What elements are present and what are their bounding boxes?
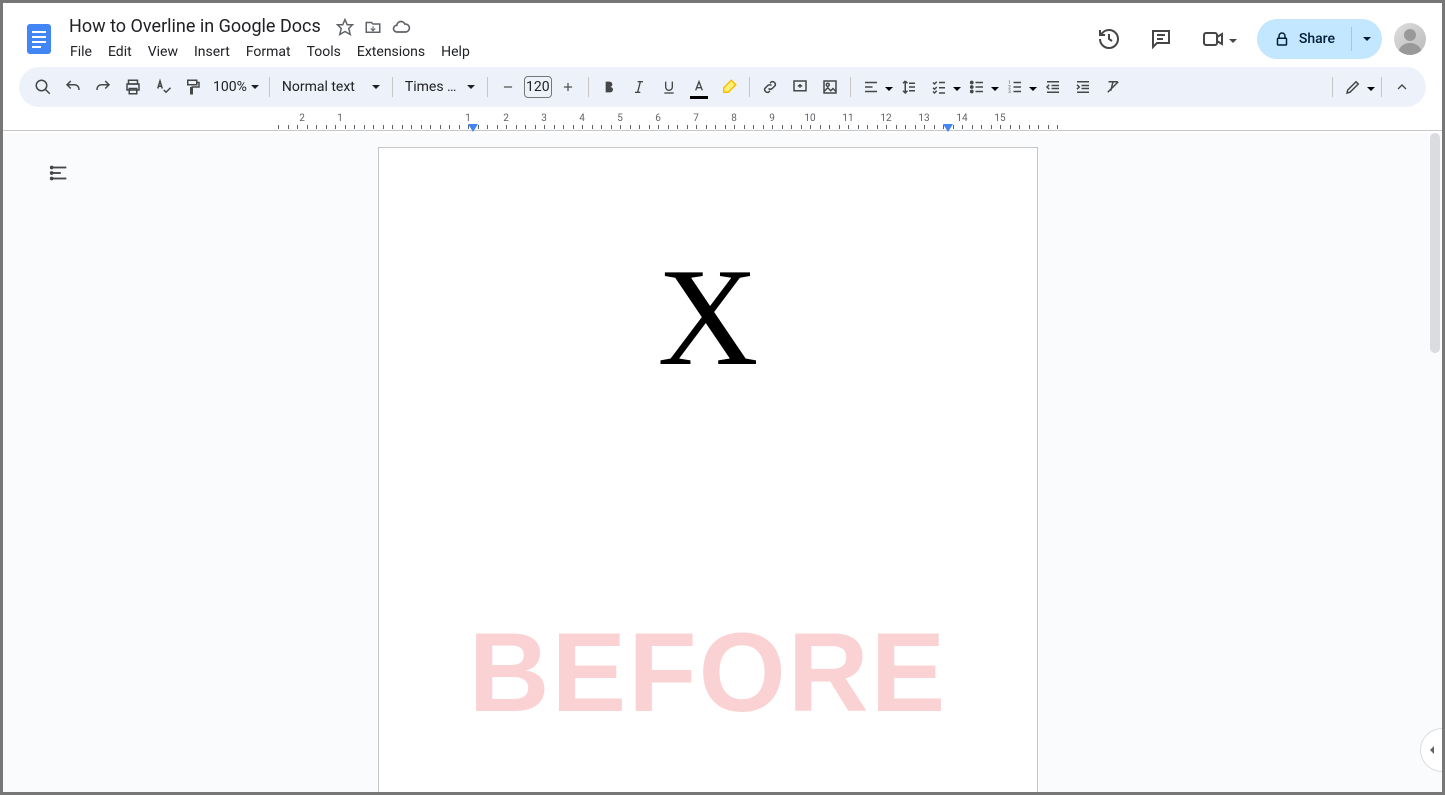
- ruler-label: 1: [337, 113, 343, 124]
- spellcheck-icon[interactable]: [149, 73, 177, 101]
- comment-icon[interactable]: [1141, 19, 1181, 59]
- insert-link-icon[interactable]: [756, 73, 784, 101]
- insert-image-icon[interactable]: [816, 73, 844, 101]
- increase-indent-icon[interactable]: [1069, 73, 1097, 101]
- ruler[interactable]: 21123456789101112131415: [3, 111, 1442, 131]
- separator: [749, 77, 750, 97]
- paint-format-icon[interactable]: [179, 73, 207, 101]
- redo-icon[interactable]: [89, 73, 117, 101]
- search-icon[interactable]: [29, 73, 57, 101]
- paragraph-style-select[interactable]: Normal text: [276, 79, 386, 95]
- decrease-fontsize-icon[interactable]: [494, 73, 522, 101]
- chevron-down-icon[interactable]: [1029, 78, 1037, 97]
- italic-icon[interactable]: [625, 73, 653, 101]
- ruler-label: 14: [956, 113, 967, 124]
- line-spacing-icon[interactable]: [895, 73, 923, 101]
- move-icon[interactable]: [363, 17, 383, 37]
- docs-logo[interactable]: [19, 19, 59, 59]
- increase-fontsize-icon[interactable]: [554, 73, 582, 101]
- print-icon[interactable]: [119, 73, 147, 101]
- highlight-color-icon[interactable]: [715, 73, 743, 101]
- svg-text:3: 3: [1008, 89, 1011, 95]
- menu-file[interactable]: File: [63, 40, 99, 64]
- menu-extensions[interactable]: Extensions: [350, 40, 432, 64]
- chevron-down-icon[interactable]: [885, 78, 893, 97]
- decrease-indent-icon[interactable]: [1039, 73, 1067, 101]
- menu-edit[interactable]: Edit: [101, 40, 139, 64]
- bulleted-list-icon[interactable]: [963, 73, 991, 101]
- document-title[interactable]: How to Overline in Google Docs: [63, 14, 327, 39]
- document-text[interactable]: X: [449, 248, 967, 388]
- star-icon[interactable]: [335, 17, 355, 37]
- ruler-label: 5: [617, 113, 623, 124]
- ruler-label: 2: [299, 113, 305, 124]
- scrollthumb[interactable]: [1430, 133, 1440, 353]
- share-dropdown[interactable]: [1352, 19, 1382, 59]
- separator: [392, 77, 393, 97]
- font-value: Times …: [405, 79, 457, 95]
- numbered-list-icon[interactable]: 123: [1001, 73, 1029, 101]
- menu-help[interactable]: Help: [434, 40, 477, 64]
- history-icon[interactable]: [1089, 19, 1129, 59]
- checklist-icon[interactable]: [925, 73, 953, 101]
- chevron-down-icon[interactable]: [953, 78, 961, 97]
- chevron-down-icon[interactable]: [991, 78, 999, 97]
- separator: [269, 77, 270, 97]
- share-label: Share: [1299, 31, 1335, 47]
- meet-dropdown-icon: [1229, 30, 1237, 49]
- separator: [487, 77, 488, 97]
- add-comment-icon[interactable]: [786, 73, 814, 101]
- ruler-label: 9: [769, 113, 775, 124]
- style-value: Normal text: [282, 79, 355, 95]
- ruler-label: 2: [503, 113, 509, 124]
- separator: [1381, 77, 1382, 97]
- meet-icon[interactable]: [1193, 19, 1245, 59]
- document-page[interactable]: X BEFORE: [378, 147, 1038, 792]
- separator: [1332, 77, 1333, 97]
- fontsize-input[interactable]: [524, 76, 552, 98]
- account-avatar[interactable]: [1394, 23, 1426, 55]
- editing-mode-icon[interactable]: [1339, 73, 1367, 101]
- clear-format-icon[interactable]: [1099, 73, 1127, 101]
- lock-icon: [1273, 30, 1291, 48]
- underline-icon[interactable]: [655, 73, 683, 101]
- text-color-icon[interactable]: [685, 73, 713, 101]
- ruler-label: 6: [655, 113, 661, 124]
- share-button[interactable]: Share: [1257, 19, 1382, 59]
- ruler-label: 4: [579, 113, 585, 124]
- undo-icon[interactable]: [59, 73, 87, 101]
- document-outline-icon[interactable]: [47, 161, 71, 185]
- bold-icon[interactable]: [595, 73, 623, 101]
- chevron-down-icon[interactable]: [1367, 78, 1375, 97]
- menubar: File Edit View Insert Format Tools Exten…: [63, 40, 1089, 64]
- font-select[interactable]: Times …: [399, 79, 481, 95]
- ruler-label: 7: [693, 113, 699, 124]
- ruler-label: 13: [918, 113, 929, 124]
- zoom-value: 100%: [213, 79, 247, 95]
- menu-format[interactable]: Format: [239, 40, 298, 64]
- watermark-text: BEFORE: [469, 608, 948, 737]
- ruler-label: 8: [731, 113, 737, 124]
- scrollbar[interactable]: [1430, 133, 1440, 788]
- hide-menus-icon[interactable]: [1388, 73, 1416, 101]
- ruler-label: 11: [842, 113, 853, 124]
- menu-view[interactable]: View: [141, 40, 185, 64]
- menu-insert[interactable]: Insert: [187, 40, 237, 64]
- cloud-status-icon[interactable]: [391, 17, 411, 37]
- ruler-label: 15: [994, 113, 1005, 124]
- ruler-label: 12: [880, 113, 891, 124]
- separator: [850, 77, 851, 97]
- zoom-select[interactable]: 100%: [209, 79, 263, 95]
- separator: [588, 77, 589, 97]
- ruler-label: 3: [541, 113, 547, 124]
- menu-tools[interactable]: Tools: [300, 40, 348, 64]
- align-icon[interactable]: [857, 73, 885, 101]
- ruler-label: 10: [804, 113, 815, 124]
- toolbar: 100% Normal text Times … 123: [19, 67, 1426, 107]
